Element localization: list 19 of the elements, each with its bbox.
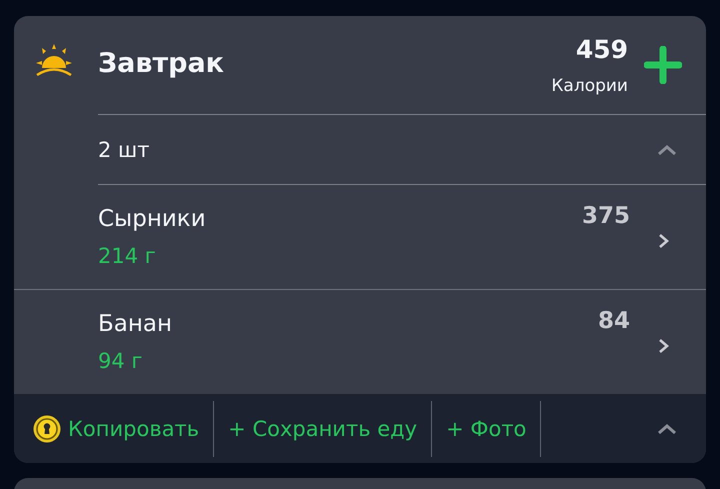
keyhole-badge-icon — [32, 414, 62, 444]
food-calories: 375 — [582, 203, 630, 229]
food-weight: 94 г — [98, 349, 144, 373]
add-button[interactable] — [644, 46, 682, 84]
calorie-total: 459 — [574, 34, 628, 64]
meal-title: Завтрак — [98, 48, 226, 78]
action-button[interactable]: + Сохранить еду — [228, 400, 432, 456]
food-calories: 84 — [598, 308, 630, 334]
food-name[interactable]: Банан — [98, 311, 598, 337]
action-button[interactable]: + Фото — [446, 400, 542, 456]
serving-count: 2 шт — [98, 138, 150, 162]
sunrise-icon — [34, 42, 74, 78]
food-weight: 214 г — [98, 244, 157, 268]
plus-icon — [644, 46, 682, 84]
action-button[interactable]: Копировать — [32, 400, 214, 456]
calorie-label: Калории — [551, 76, 628, 96]
chevron-right-icon — [658, 233, 670, 249]
food-name[interactable]: Сырники — [98, 206, 582, 232]
chevron-right-icon — [658, 338, 670, 354]
